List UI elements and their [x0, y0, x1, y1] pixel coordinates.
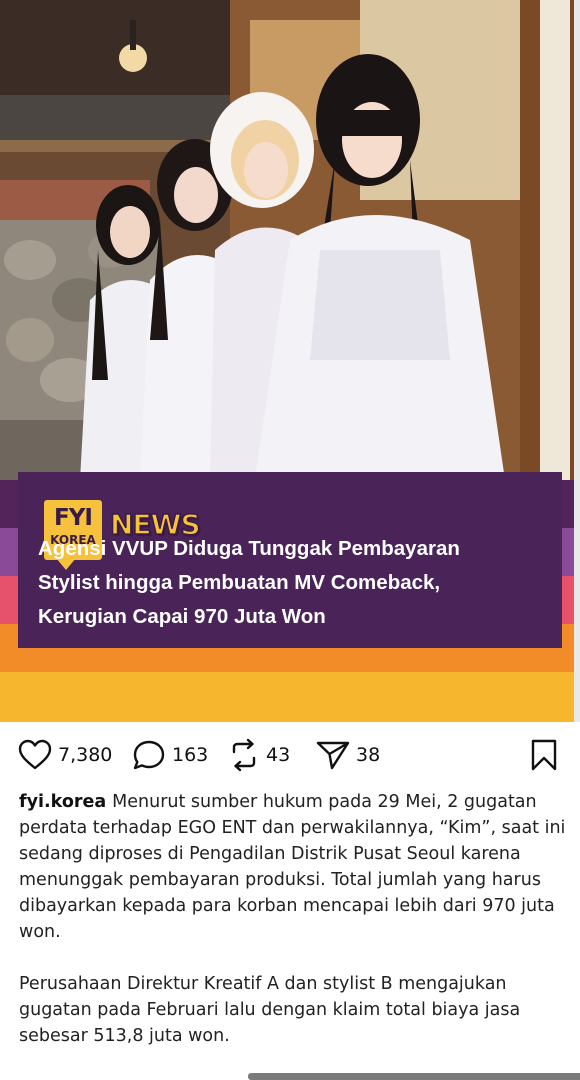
- post-caption: fyi.korea Menurut sumber hukum pada 29 Me…: [19, 789, 567, 1049]
- bookmark-button[interactable]: [530, 730, 558, 780]
- headline-line: Stylist hingga Pembuatan MV Comeback,: [38, 571, 441, 594]
- bookmark-icon: [530, 739, 558, 771]
- post-image[interactable]: FYI KOREA NEWS Agensi VVUP Diduga Tungga…: [0, 0, 580, 722]
- repost-count: 43: [266, 744, 291, 766]
- repost-button[interactable]: 43: [228, 730, 290, 780]
- caption-paragraph: fyi.korea Menurut sumber hukum pada 29 Me…: [19, 789, 567, 945]
- share-count: 38: [356, 744, 381, 766]
- caption-text: Menurut sumber hukum pada 29 Mei, 2 guga…: [19, 792, 566, 942]
- headline-line: Agensi VVUP Diduga Tunggak Pembayaran: [38, 537, 460, 560]
- action-bar: 7,380 163 43 38: [0, 730, 580, 780]
- repost-icon: [228, 738, 260, 772]
- author-username[interactable]: fyi.korea: [19, 792, 106, 812]
- comment-icon: [132, 739, 166, 771]
- caption-paragraph: Perusahaan Direktur Kreatif A dan stylis…: [19, 974, 521, 1046]
- comment-count: 163: [172, 744, 209, 766]
- headline-line: Kerugian Capai 970 Juta Won: [38, 605, 326, 628]
- group-photo: [0, 0, 580, 480]
- comment-button[interactable]: 163: [132, 730, 208, 780]
- send-icon: [316, 739, 350, 771]
- horizontal-scrollbar[interactable]: [248, 1073, 580, 1080]
- like-count: 7,380: [58, 744, 113, 766]
- like-button[interactable]: 7,380: [18, 730, 112, 780]
- logo-brand-top: FYI: [54, 505, 93, 531]
- right-edge-strip: [574, 0, 580, 722]
- post-headline: Agensi VVUP Diduga Tunggak Pembayaran St…: [38, 532, 558, 634]
- share-button[interactable]: 38: [316, 730, 380, 780]
- stripe-yellow: [0, 672, 580, 722]
- heart-icon: [18, 739, 52, 771]
